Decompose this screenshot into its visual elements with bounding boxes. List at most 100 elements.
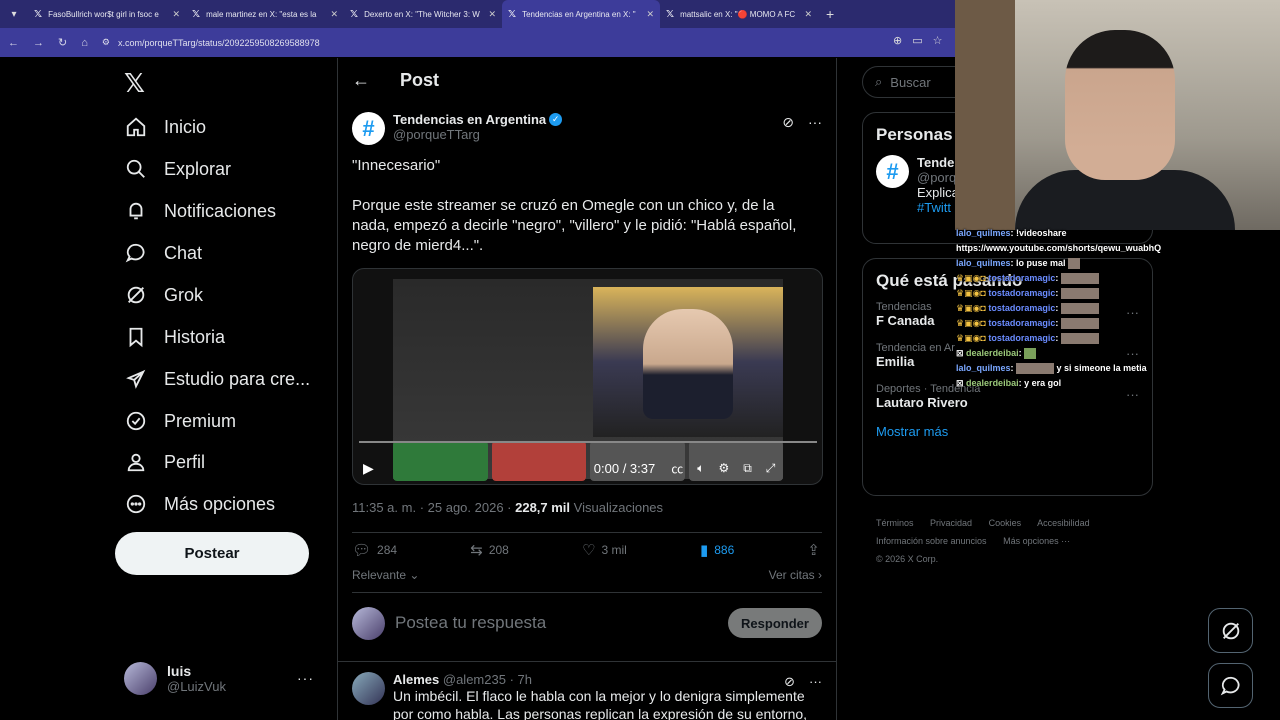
video-player[interactable]: ▶ 0:00 / 3:37 ㏄ 🔈︎ ⚙ ⧉ ⤢ — [352, 268, 823, 485]
footer-link[interactable]: Términos — [876, 518, 914, 528]
reply-author-handle[interactable]: @alem235 — [443, 672, 506, 687]
tweet-time[interactable]: 11:35 a. m. — [352, 500, 416, 515]
reply-tweet[interactable]: Alemes @alem235 · 7h Un imbécil. El flac… — [352, 672, 822, 720]
back-arrow-icon[interactable]: ← — [8, 37, 19, 49]
chevron-down-icon: ⌄ — [406, 568, 420, 582]
home-icon[interactable]: ⌂ — [81, 37, 88, 49]
post-button[interactable]: Postear — [115, 532, 309, 575]
bookmark-button[interactable]: ▮ 886 — [700, 541, 734, 559]
browser-tab[interactable]: 𝕏mattsalic en X: "🔴 MOMO A FC ✕ — [660, 0, 818, 28]
sidebar-item-perfil[interactable]: Perfil — [124, 447, 205, 477]
footer-link[interactable]: Accesibilidad — [1037, 518, 1090, 528]
tweet-author[interactable]: # Tendencias en Argentina ✓ @porqueTTarg — [352, 112, 563, 145]
grok-icon — [1222, 622, 1239, 639]
settings-gear-icon[interactable]: ⚙ — [718, 461, 729, 475]
tab-title: mattsalic en X: "🔴 MOMO A FC — [680, 9, 796, 19]
tab-close-icon[interactable]: ✕ — [172, 9, 180, 20]
hashtag-avatar-icon[interactable]: # — [352, 112, 385, 145]
address-bar[interactable]: ⚙ x.com/porqueTTarg/status/2092259508269… — [102, 37, 320, 48]
tab-close-icon[interactable]: ✕ — [330, 9, 338, 20]
sidebar-item-label: Más opciones — [164, 493, 276, 514]
tab-close-icon[interactable]: ✕ — [804, 9, 812, 20]
sidebar-item-label: Grok — [164, 284, 204, 305]
footer-link[interactable]: Privacidad — [930, 518, 972, 528]
more-dots-icon[interactable]: ··· — [809, 674, 822, 690]
sidebar-item-historia[interactable]: Historia — [124, 322, 225, 352]
grok-icon[interactable]: ⊘ — [784, 674, 795, 690]
grok-icon[interactable]: ⊘ — [782, 114, 794, 131]
chat-user: tostadoramagic — [988, 288, 1056, 298]
sidebar-item-chat[interactable]: Chat — [124, 238, 202, 268]
reply-author-name[interactable]: Alemes — [393, 672, 439, 687]
footer-link[interactable]: Cookies — [989, 518, 1022, 528]
divider — [338, 661, 836, 662]
browser-tab[interactable]: 𝕏male martinez en X: "esta es la ✕ — [186, 0, 344, 28]
emote-icon — [1060, 333, 1099, 345]
forward-arrow-icon[interactable]: → — [33, 37, 44, 49]
reply-submit-button[interactable]: Responder — [728, 608, 822, 638]
sidebar-item-mas-opciones[interactable]: Más opciones — [124, 489, 275, 519]
emote-icon — [1016, 363, 1055, 375]
sidebar-item-inicio[interactable]: Inicio — [124, 112, 206, 142]
tab-close-icon[interactable]: ✕ — [646, 9, 654, 20]
video-progress-bar[interactable] — [359, 441, 817, 443]
site-info-icon[interactable]: ⚙ — [102, 37, 110, 48]
more-dots-icon[interactable]: ··· — [808, 114, 822, 131]
author-handle[interactable]: @porqueTTarg — [393, 127, 562, 142]
zoom-icon[interactable]: ⊕ — [893, 34, 902, 47]
footer-link[interactable]: Más opciones ··· — [1003, 536, 1070, 546]
view-count: 228,7 mil — [515, 500, 571, 515]
x-favicon-icon: 𝕏 — [192, 8, 201, 20]
account-switcher[interactable]: luis @LuizVuk ··· — [124, 662, 324, 695]
sidebar-item-grok[interactable]: Grok — [124, 280, 203, 310]
url-text[interactable]: x.com/porqueTTarg/status/209225950826958… — [118, 38, 320, 48]
new-tab-icon[interactable]: + — [818, 6, 842, 22]
tab-list-chevron-icon[interactable]: ▾ — [0, 0, 28, 28]
browser-tab-active[interactable]: 𝕏 Tendencias en Argentina en X: " ✕ — [502, 0, 660, 28]
volume-icon[interactable]: 🔈︎ — [697, 461, 704, 476]
chat-badges-icon: ♛▣◉◘ — [956, 288, 989, 298]
tweet-text-line: Porque este streamer se cruzó en Omegle … — [352, 197, 797, 254]
verified-badge-icon — [124, 409, 148, 433]
avatar[interactable] — [352, 672, 385, 705]
sidebar-item-explorar[interactable]: Explorar — [124, 154, 231, 184]
page-title: Post — [400, 70, 440, 90]
play-icon[interactable]: ▶ — [363, 460, 374, 477]
bookmark-filled-icon: ▮ — [699, 541, 709, 559]
reply-button[interactable]: 💬︎ 284 — [352, 541, 397, 559]
chat-msg: https://www.youtube.com/shorts/qewu_wuab… — [956, 243, 1162, 253]
share-button[interactable]: ⇪ — [807, 541, 820, 559]
repost-button[interactable]: ⇆ 208 — [470, 541, 509, 559]
reload-icon[interactable]: ↻ — [58, 36, 67, 49]
footer-link[interactable]: Información sobre anuncios — [876, 536, 987, 546]
chat-user: tostadoramagic — [988, 303, 1056, 313]
star-icon[interactable]: ☆ — [933, 34, 943, 47]
like-button[interactable]: ♡ 3 mil — [582, 541, 627, 559]
tweet-text-line: "Innecesario" — [352, 157, 441, 174]
chat-fab[interactable] — [1208, 663, 1253, 708]
tab-close-icon[interactable]: ✕ — [488, 9, 496, 20]
more-dots-icon[interactable]: ··· — [297, 670, 314, 686]
sidebar-item-premium[interactable]: Premium — [124, 406, 236, 436]
pip-icon[interactable]: ⧉ — [743, 461, 752, 476]
tweet-date[interactable]: 25 ago. 2026 — [428, 500, 504, 515]
sidebar-item-estudio[interactable]: Estudio para cre... — [124, 364, 310, 394]
quotes-link[interactable]: Ver citas › — [769, 568, 822, 582]
fullscreen-icon[interactable]: ⤢ — [766, 461, 776, 476]
browser-tab[interactable]: 𝕏 FasoBullrich wor$t girl in fsoc e ✕ — [28, 0, 186, 28]
back-arrow-icon[interactable]: ← — [352, 70, 370, 91]
browser-tab[interactable]: 𝕏 Dexerto en X: "The Witcher 3: W ✕ — [344, 0, 502, 28]
show-more-link[interactable]: Mostrar más — [876, 424, 1139, 439]
chat-user: tostadoramagic — [988, 318, 1056, 328]
x-logo-icon[interactable]: 𝕏 — [124, 68, 145, 99]
reply-input[interactable]: Postea tu respuesta — [395, 613, 718, 633]
who-bio: Explica — [917, 185, 959, 200]
sort-dropdown[interactable]: Relevante ⌄ — [352, 568, 419, 582]
sidebar-item-notificaciones[interactable]: Notificaciones — [124, 196, 276, 226]
captions-icon[interactable]: ㏄ — [671, 460, 683, 477]
x-favicon-icon: 𝕏 — [508, 8, 517, 20]
install-app-icon[interactable]: ▭ — [912, 34, 922, 47]
who-hashtag[interactable]: #Twitt — [917, 200, 959, 215]
grok-fab[interactable] — [1208, 608, 1253, 653]
author-name[interactable]: Tendencias en Argentina — [393, 112, 546, 127]
